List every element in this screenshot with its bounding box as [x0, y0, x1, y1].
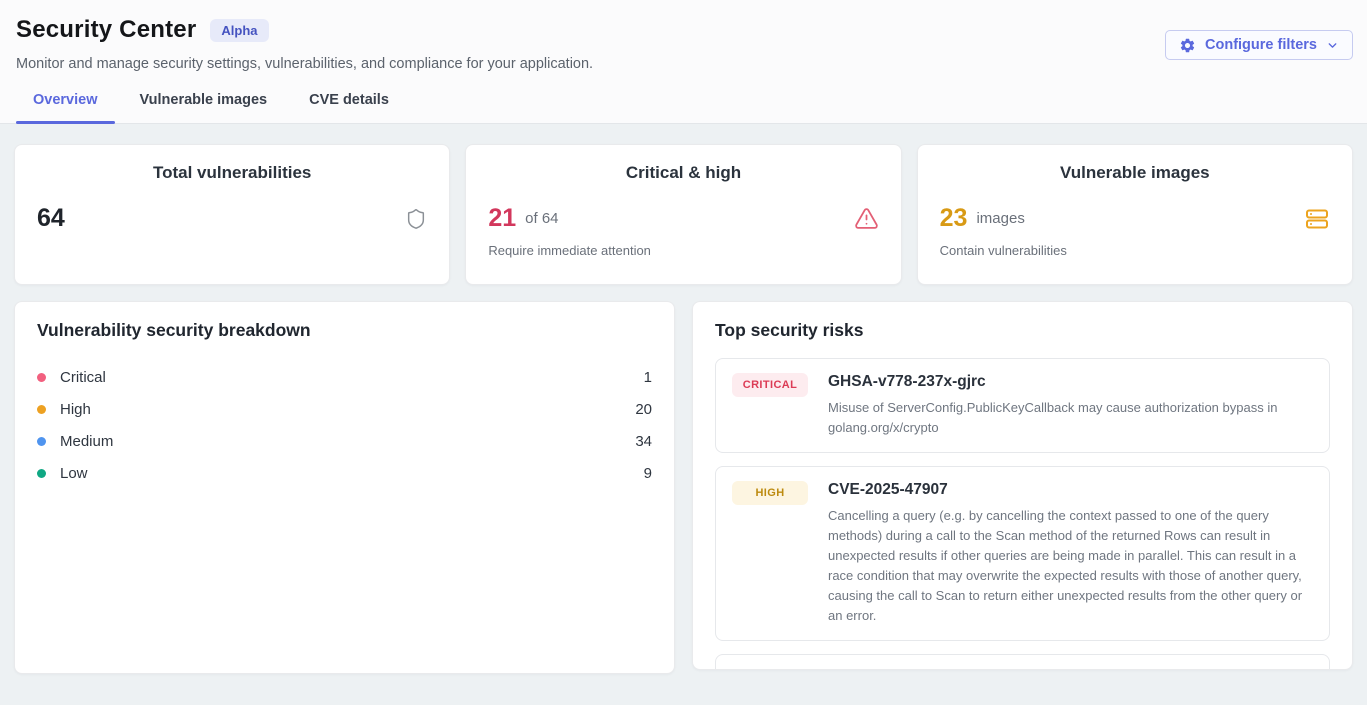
- title-row: Security Center Alpha: [16, 16, 1353, 44]
- stat-card-title: Critical & high: [488, 163, 878, 183]
- tab-overview[interactable]: Overview: [16, 92, 115, 123]
- alpha-badge: Alpha: [210, 19, 268, 42]
- risk-id: CVE-2025-47907: [828, 481, 1313, 499]
- severity-value: 20: [635, 401, 652, 418]
- tab-cve-details[interactable]: CVE details: [292, 92, 406, 123]
- medium-dot: [37, 437, 46, 446]
- page-header: Security Center Alpha Monitor and manage…: [0, 0, 1367, 124]
- risk-item-cve-2025-9086[interactable]: HIGH CVE-2025-9086: [715, 654, 1330, 670]
- page-subtitle: Monitor and manage security settings, vu…: [16, 56, 1353, 72]
- severity-value: 1: [644, 369, 652, 386]
- vulnerability-breakdown-panel: Vulnerability security breakdown Critica…: [14, 301, 675, 674]
- stat-cards: Total vulnerabilities 64 Critical & high…: [14, 144, 1353, 285]
- server-icon: [1304, 207, 1330, 231]
- page-title: Security Center: [16, 16, 196, 44]
- severity-badge-high: HIGH: [732, 669, 808, 670]
- alert-triangle-icon: [854, 206, 879, 231]
- critical-dot: [37, 373, 46, 382]
- severity-badge-high: HIGH: [732, 481, 808, 505]
- risk-id: CVE-2025-9086: [828, 669, 939, 670]
- stat-card-title: Vulnerable images: [940, 163, 1330, 183]
- tab-vulnerable-images[interactable]: Vulnerable images: [123, 92, 285, 123]
- severity-label: Medium: [60, 433, 113, 450]
- stat-value-row: 23 images: [940, 204, 1330, 233]
- stat-card-total-vulnerabilities: Total vulnerabilities 64: [14, 144, 450, 285]
- severity-label: Critical: [60, 369, 106, 386]
- top-risks-title: Top security risks: [715, 320, 1330, 341]
- severity-value: 34: [635, 433, 652, 450]
- risk-description: Misuse of ServerConfig.PublicKeyCallback…: [828, 398, 1313, 438]
- critical-high-subtext: Require immediate attention: [488, 243, 878, 258]
- severity-row-high: High 20: [37, 393, 652, 425]
- risk-list: CRITICAL GHSA-v778-237x-gjrc Misuse of S…: [715, 358, 1330, 670]
- severity-label: Low: [60, 465, 88, 482]
- top-security-risks-panel: Top security risks CRITICAL GHSA-v778-23…: [692, 301, 1353, 670]
- stat-card-vulnerable-images: Vulnerable images 23 images Contain vuln…: [917, 144, 1353, 285]
- configure-filters-label: Configure filters: [1205, 37, 1317, 53]
- main-content: Total vulnerabilities 64 Critical & high…: [0, 124, 1367, 674]
- critical-high-suffix: of 64: [525, 210, 558, 227]
- severity-label: High: [60, 401, 91, 418]
- severity-row-medium: Medium 34: [37, 425, 652, 457]
- breakdown-title: Vulnerability security breakdown: [37, 320, 652, 341]
- severity-list: Critical 1 High 20 Medium 34 Low 9: [37, 361, 652, 489]
- risk-body: GHSA-v778-237x-gjrc Misuse of ServerConf…: [828, 373, 1313, 438]
- severity-badge-critical: CRITICAL: [732, 373, 808, 397]
- risk-id: GHSA-v778-237x-gjrc: [828, 373, 1313, 391]
- shield-icon: [405, 206, 427, 232]
- panel-row: Vulnerability security breakdown Critica…: [14, 301, 1353, 674]
- risk-body: CVE-2025-47907 Cancelling a query (e.g. …: [828, 481, 1313, 626]
- stat-card-title: Total vulnerabilities: [37, 163, 427, 183]
- critical-high-value: 21: [488, 204, 516, 233]
- risk-item-cve-2025-47907[interactable]: HIGH CVE-2025-47907 Cancelling a query (…: [715, 466, 1330, 641]
- risk-item-ghsa-v778-237x-gjrc[interactable]: CRITICAL GHSA-v778-237x-gjrc Misuse of S…: [715, 358, 1330, 453]
- risk-body: CVE-2025-9086: [828, 669, 939, 670]
- total-vulnerabilities-value: 64: [37, 204, 65, 233]
- severity-row-low: Low 9: [37, 457, 652, 489]
- stat-value-row: 21 of 64: [488, 204, 878, 233]
- severity-row-critical: Critical 1: [37, 361, 652, 393]
- low-dot: [37, 469, 46, 478]
- vulnerable-images-suffix: images: [976, 210, 1024, 227]
- vulnerable-images-subtext: Contain vulnerabilities: [940, 243, 1330, 258]
- chevron-down-icon: [1326, 39, 1339, 52]
- high-dot: [37, 405, 46, 414]
- tab-bar: Overview Vulnerable images CVE details: [16, 92, 1353, 123]
- stat-value-row: 64: [37, 204, 427, 233]
- risk-description: Cancelling a query (e.g. by cancelling t…: [828, 506, 1313, 626]
- stat-card-critical-high: Critical & high 21 of 64 Require immedia…: [465, 144, 901, 285]
- vulnerable-images-value: 23: [940, 204, 968, 233]
- configure-filters-button[interactable]: Configure filters: [1165, 30, 1353, 60]
- severity-value: 9: [644, 465, 652, 482]
- gear-icon: [1179, 37, 1196, 54]
